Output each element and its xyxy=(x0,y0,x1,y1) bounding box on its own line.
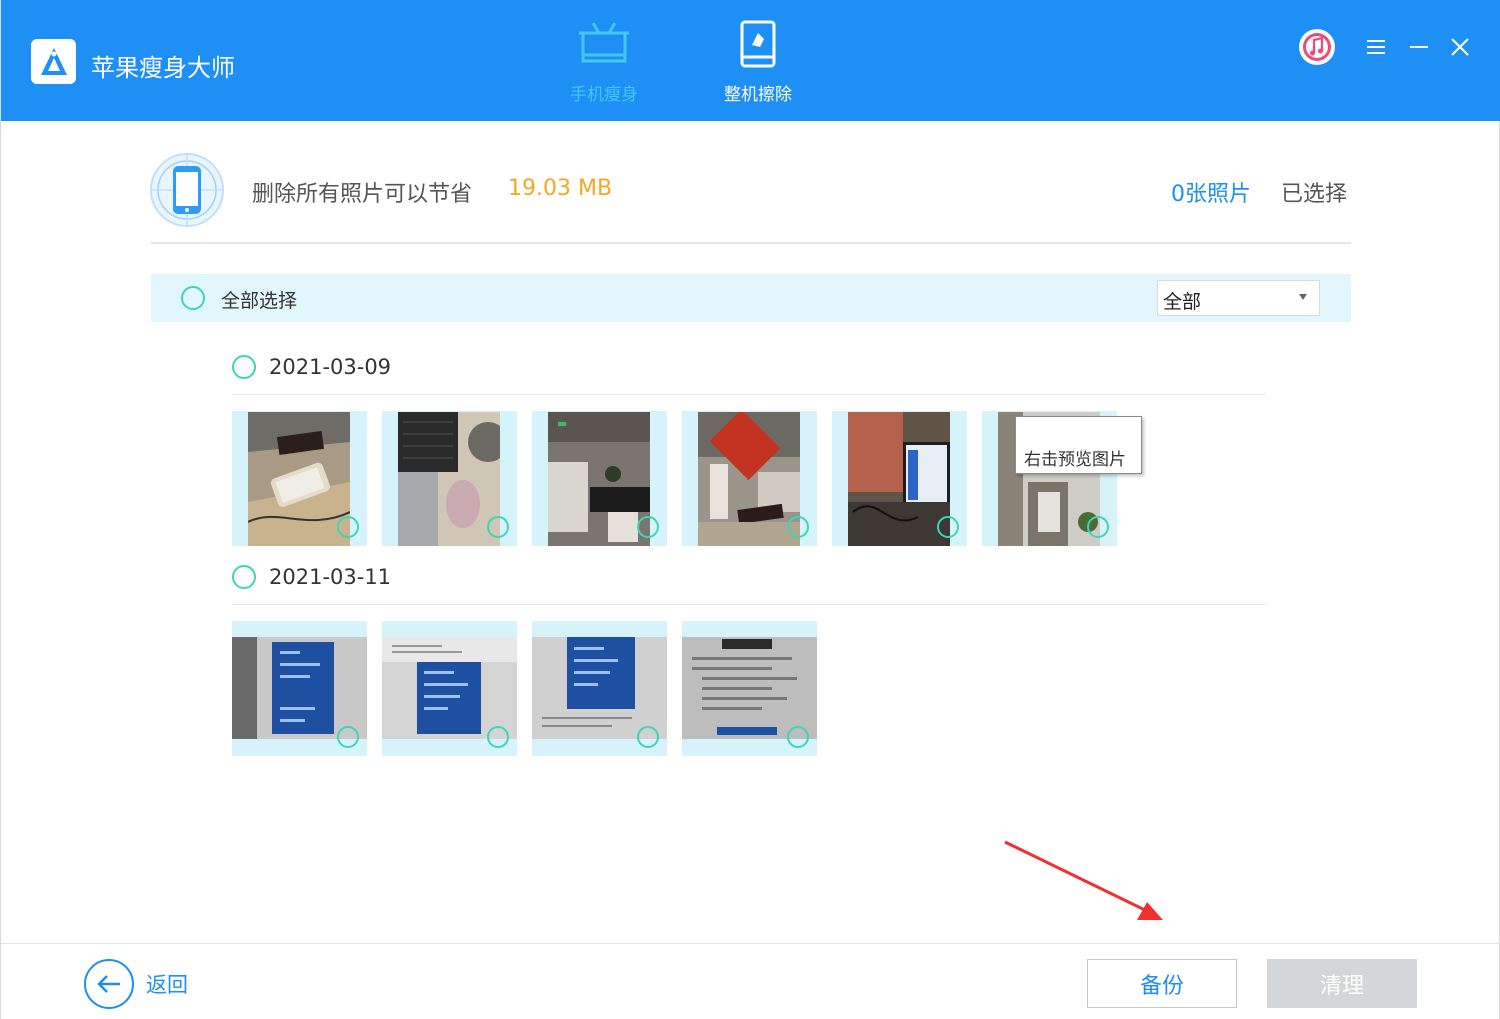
clean-button[interactable]: 清理 xyxy=(1267,959,1417,1008)
app-logo-icon xyxy=(31,39,76,84)
photo-thumbnail[interactable] xyxy=(232,411,367,546)
app-window: 苹果瘦身大师 手机瘦身 整机擦除 删除所有照片可以节省 19.03 MB 0张照… xyxy=(0,0,1500,1019)
photo-select-radio[interactable] xyxy=(637,516,659,538)
minimize-button[interactable] xyxy=(1404,30,1434,64)
phone-erase-icon xyxy=(728,14,788,74)
photo-image xyxy=(848,412,950,546)
back-arrow-icon xyxy=(84,959,134,1009)
select-all-radio[interactable] xyxy=(181,286,205,310)
preview-tooltip: 右击预览图片 xyxy=(1015,416,1142,474)
photo-image xyxy=(698,412,800,546)
menu-icon xyxy=(1367,40,1385,54)
photo-thumbnail[interactable] xyxy=(832,411,967,546)
photo-thumbnail[interactable] xyxy=(232,621,367,756)
photo-thumbnail[interactable] xyxy=(382,411,517,546)
savings-label: 删除所有照片可以节省 xyxy=(252,182,473,207)
photo-select-radio[interactable] xyxy=(487,726,509,748)
photo-image xyxy=(548,412,650,546)
photo-select-radio[interactable] xyxy=(937,516,959,538)
photo-select-radio[interactable] xyxy=(337,516,359,538)
photo-select-radio[interactable] xyxy=(787,726,809,748)
photo-select-radio[interactable] xyxy=(487,516,509,538)
photo-select-radio[interactable] xyxy=(637,726,659,748)
tab-phone-slim-label: 手机瘦身 xyxy=(570,85,638,105)
minimize-icon xyxy=(1410,46,1428,48)
close-icon xyxy=(1451,38,1469,56)
group-divider xyxy=(232,394,1266,395)
savings-size: 19.03 MB xyxy=(508,176,613,201)
photo-image xyxy=(398,412,500,546)
menu-button[interactable] xyxy=(1361,30,1391,64)
photo-thumbnail[interactable] xyxy=(532,621,667,756)
itunes-icon xyxy=(1299,29,1335,65)
photo-select-radio[interactable] xyxy=(337,726,359,748)
group-radio-2021-03-09[interactable] xyxy=(232,355,256,379)
photo-image xyxy=(682,637,817,739)
photo-select-radio[interactable] xyxy=(787,516,809,538)
chevron-down-icon xyxy=(1299,294,1307,300)
photo-thumbnail[interactable] xyxy=(532,411,667,546)
tab-phone-slim[interactable]: 手机瘦身 xyxy=(539,14,669,114)
back-label: 返回 xyxy=(146,973,188,997)
back-button[interactable]: 返回 xyxy=(84,959,188,1009)
backup-button[interactable]: 备份 xyxy=(1087,959,1237,1008)
tab-full-erase[interactable]: 整机擦除 xyxy=(693,14,823,114)
app-title: 苹果瘦身大师 xyxy=(91,54,235,82)
divider xyxy=(151,242,1351,244)
title-bar: 苹果瘦身大师 手机瘦身 整机擦除 xyxy=(1,0,1500,121)
photo-thumbnail[interactable] xyxy=(682,411,817,546)
photo-image xyxy=(532,637,667,739)
group-date: 2021-03-11 xyxy=(269,565,392,589)
filter-value: 全部 xyxy=(1163,291,1202,313)
tab-full-erase-label: 整机擦除 xyxy=(724,85,792,105)
filter-dropdown[interactable]: 全部 xyxy=(1157,280,1320,316)
itunes-button[interactable] xyxy=(1297,29,1337,65)
broom-tray-icon xyxy=(574,14,634,74)
annotation-arrow-icon xyxy=(1001,838,1171,928)
footer-divider xyxy=(1,943,1500,944)
photo-image xyxy=(232,637,367,739)
select-all-bar: 全部选择 全部 xyxy=(151,274,1351,322)
tooltip-text: 右击预览图片 xyxy=(1024,450,1126,470)
group-date: 2021-03-09 xyxy=(269,355,392,379)
group-divider xyxy=(232,604,1266,605)
photo-image xyxy=(382,637,517,739)
photo-thumbnail[interactable] xyxy=(682,621,817,756)
selected-photo-count: 0张照片 xyxy=(1171,182,1251,207)
select-all-label[interactable]: 全部选择 xyxy=(221,286,297,313)
photo-select-radio[interactable] xyxy=(1087,516,1109,538)
selected-label: 已选择 xyxy=(1281,182,1348,207)
photo-image xyxy=(248,412,350,546)
group-radio-2021-03-11[interactable] xyxy=(232,565,256,589)
phone-badge-icon xyxy=(149,152,225,228)
photo-thumbnail[interactable] xyxy=(382,621,517,756)
close-button[interactable] xyxy=(1444,30,1476,64)
